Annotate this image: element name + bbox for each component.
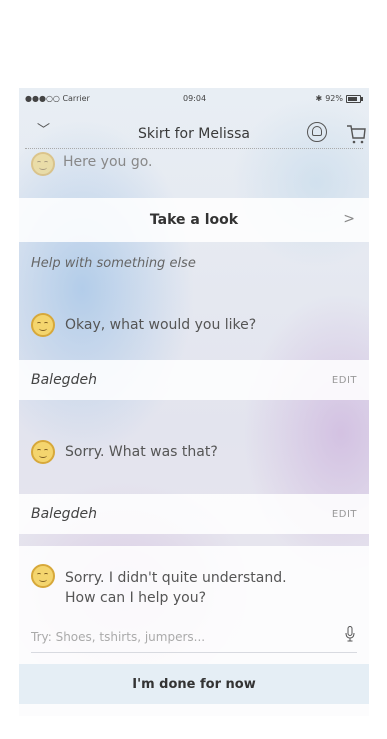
cart-icon[interactable] xyxy=(345,123,367,145)
microphone-icon[interactable] xyxy=(345,626,355,642)
help-other-option[interactable]: Help with something else xyxy=(31,256,196,271)
chevron-right-icon: > xyxy=(343,211,355,227)
divider xyxy=(25,148,363,149)
bot-avatar-icon xyxy=(31,564,55,588)
done-button[interactable]: I'm done for now xyxy=(19,664,369,704)
search-field xyxy=(31,624,357,653)
bot-message-line-1: Sorry. I didn't quite understand. xyxy=(65,570,287,586)
status-time: 09:04 xyxy=(183,94,207,103)
carrier-text: ●●●○○ Carrier xyxy=(25,94,90,103)
user-message-text: Balegdeh xyxy=(31,506,97,522)
phone-screen: ●●●○○ Carrier 09:04 ✱ 92% ﹀ Skirt for Me… xyxy=(19,88,369,716)
battery-icon xyxy=(346,94,363,103)
search-input[interactable] xyxy=(31,624,311,650)
user-message-text: Balegdeh xyxy=(31,372,97,388)
user-message-row: Balegdeh EDIT xyxy=(19,494,369,534)
bluetooth-icon: ✱ xyxy=(315,94,323,103)
bot-avatar-icon xyxy=(31,313,55,337)
bot-message-text: Sorry. What was that? xyxy=(65,444,218,460)
bot-avatar-icon xyxy=(31,440,55,464)
bot-message-top: Here you go. xyxy=(19,148,369,176)
edit-button[interactable]: EDIT xyxy=(332,509,357,520)
take-a-look-label: Take a look xyxy=(149,212,239,228)
battery-percent: 92% xyxy=(325,94,343,103)
take-a-look-button[interactable]: Take a look > xyxy=(19,198,369,242)
edit-button[interactable]: EDIT xyxy=(332,375,357,386)
input-panel: Sorry. I didn't quite understand. How ca… xyxy=(19,546,369,716)
status-bar: ●●●○○ Carrier 09:04 ✱ 92% xyxy=(19,88,369,108)
user-message-row: Balegdeh EDIT xyxy=(19,360,369,400)
bot-message-text: Sorry. I didn't quite understand. How ca… xyxy=(65,568,287,608)
bot-message-text: Here you go. xyxy=(63,154,153,170)
bot-message-line-2: How can I help you? xyxy=(65,590,207,606)
bell-icon[interactable] xyxy=(307,122,327,142)
bot-avatar-icon xyxy=(31,152,55,176)
nav-bar: ﹀ Skirt for Melissa xyxy=(19,114,369,144)
bot-message-text: Okay, what would you like? xyxy=(65,317,257,333)
battery-indicator: ✱ 92% xyxy=(315,94,363,103)
